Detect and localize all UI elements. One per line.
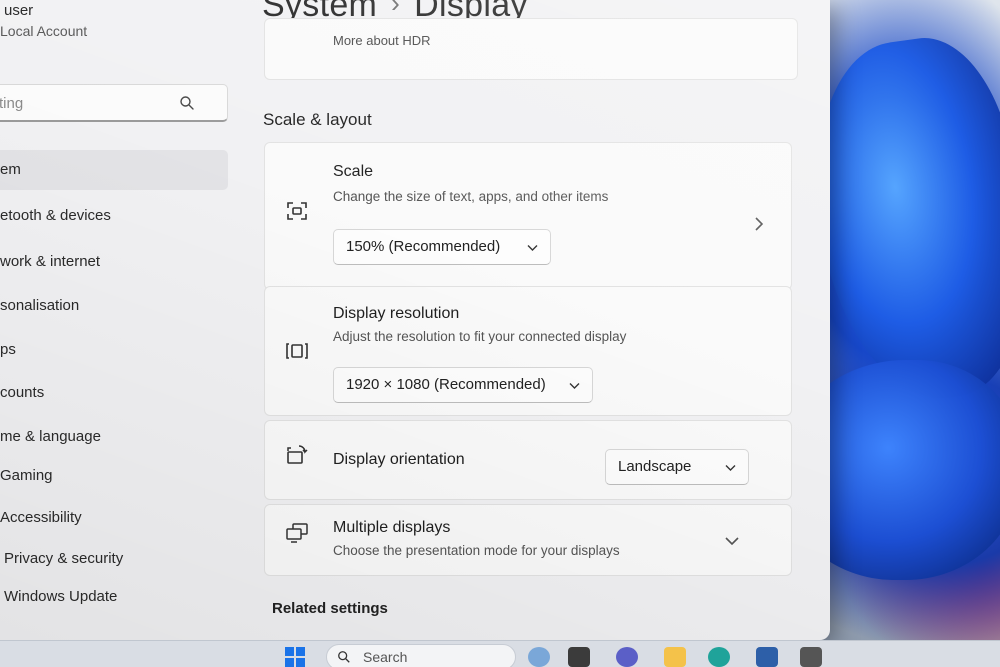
- more-about-hdr-link[interactable]: More about HDR: [333, 33, 431, 48]
- orientation-dropdown[interactable]: Landscape: [605, 449, 749, 485]
- search-icon: [338, 651, 350, 663]
- chevron-down-icon: [527, 245, 538, 251]
- display-resolution-card: Display resolution Adjust the resolution…: [264, 286, 792, 416]
- taskbar: Search: [0, 640, 1000, 667]
- settings-main: System › Display More about HDR Scale & la…: [240, 0, 830, 640]
- sidebar-item-gaming[interactable]: Gaming: [0, 456, 228, 496]
- taskbar-search[interactable]: Search: [326, 644, 516, 667]
- resolution-title: Display resolution: [333, 305, 460, 322]
- settings-sidebar: user Local Account em etooth & devices w…: [0, 0, 240, 640]
- sidebar-item-system[interactable]: em: [0, 150, 228, 190]
- sidebar-item-apps[interactable]: ps: [0, 330, 228, 370]
- browser-icon[interactable]: [708, 647, 730, 667]
- multiple-displays-title: Multiple displays: [333, 519, 451, 536]
- orientation-value: Landscape: [618, 458, 692, 475]
- resolution-value: 1920 × 1080 (Recommended): [346, 376, 546, 393]
- hdr-card: More about HDR: [264, 18, 798, 80]
- taskbar-search-label: Search: [363, 649, 408, 665]
- taskbar-app-icon[interactable]: [528, 647, 550, 667]
- taskbar-app-icon[interactable]: [568, 647, 590, 667]
- chevron-down-icon[interactable]: [725, 535, 739, 547]
- sidebar-item-windows-update[interactable]: Windows Update: [0, 577, 232, 617]
- scale-title: Scale: [333, 163, 374, 180]
- resolution-icon: [286, 343, 308, 359]
- taskbar-app-icon[interactable]: [800, 647, 822, 667]
- section-title: Scale & layout: [263, 110, 372, 129]
- multiple-displays-icon: [286, 523, 308, 543]
- chevron-right-icon[interactable]: [753, 217, 765, 231]
- scale-icon: [287, 202, 307, 220]
- user-name: user: [4, 2, 34, 19]
- search-input[interactable]: [0, 93, 169, 113]
- chevron-down-icon: [725, 465, 736, 471]
- sidebar-item-time-language[interactable]: me & language: [0, 417, 228, 457]
- resolution-description: Adjust the resolution to fit your connec…: [333, 329, 627, 344]
- breadcrumb-separator: ›: [391, 0, 401, 18]
- display-orientation-card: Display orientation Landscape: [264, 420, 792, 500]
- orientation-icon: [287, 445, 308, 464]
- folder-icon[interactable]: [664, 647, 686, 667]
- settings-search-box[interactable]: [0, 84, 228, 122]
- sidebar-item-privacy-security[interactable]: Privacy & security: [0, 539, 232, 579]
- sidebar-item-personalisation[interactable]: sonalisation: [0, 286, 228, 326]
- scale-value: 150% (Recommended): [346, 238, 501, 255]
- taskbar-app-icon[interactable]: [616, 647, 638, 667]
- sidebar-item-accounts[interactable]: counts: [0, 373, 228, 413]
- sidebar-item-accessibility[interactable]: Accessibility: [0, 498, 228, 538]
- multiple-displays-card[interactable]: Multiple displays Choose the presentatio…: [264, 504, 792, 576]
- sidebar-item-network-internet[interactable]: work & internet: [0, 242, 228, 282]
- chevron-down-icon: [569, 383, 580, 389]
- related-settings-heading: Related settings: [272, 600, 388, 617]
- search-icon[interactable]: [179, 95, 195, 111]
- scale-description: Change the size of text, apps, and other…: [333, 189, 609, 204]
- scale-dropdown[interactable]: 150% (Recommended): [333, 229, 551, 265]
- user-account-type: Local Account: [0, 23, 88, 39]
- resolution-dropdown[interactable]: 1920 × 1080 (Recommended): [333, 367, 593, 403]
- windows-start-icon[interactable]: [284, 646, 306, 667]
- scale-card[interactable]: Scale Change the size of text, apps, and…: [264, 142, 792, 290]
- taskbar-app-icon[interactable]: [756, 647, 778, 667]
- orientation-title: Display orientation: [333, 451, 465, 468]
- sidebar-item-bluetooth-devices[interactable]: etooth & devices: [0, 196, 228, 236]
- multiple-displays-description: Choose the presentation mode for your di…: [333, 543, 620, 558]
- settings-window: user Local Account em etooth & devices w…: [0, 0, 830, 640]
